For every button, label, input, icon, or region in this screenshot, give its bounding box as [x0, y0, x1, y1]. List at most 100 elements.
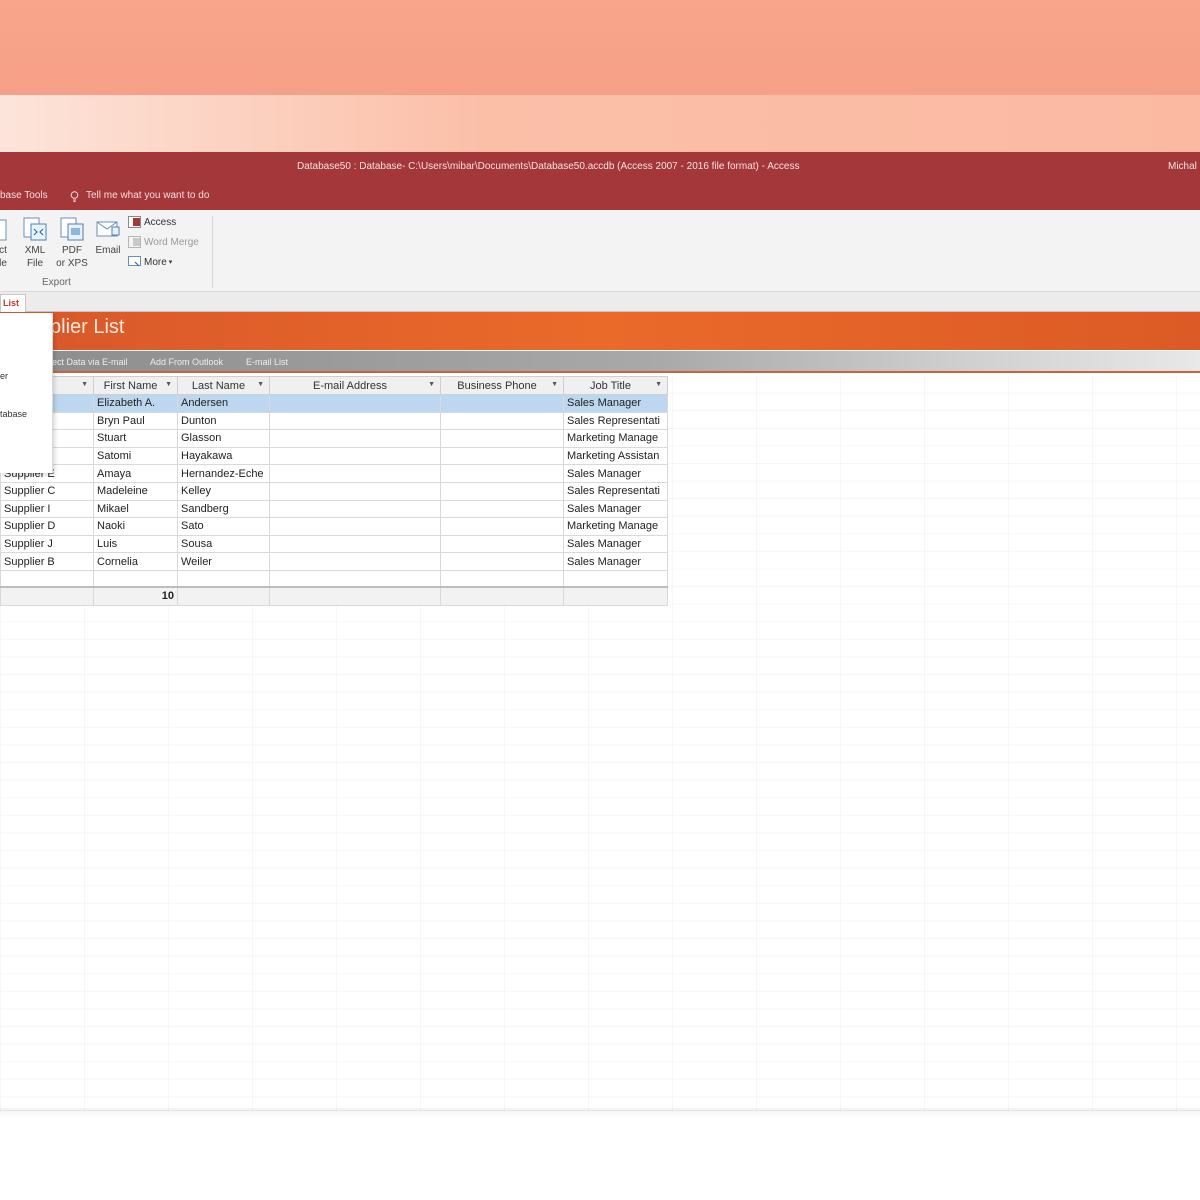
word-merge-button[interactable]: Word Merge: [128, 236, 199, 248]
cell-phone[interactable]: [440, 446, 564, 466]
table-row[interactable]: Supplier E Amaya Hernandez-Eche Sales Ma…: [0, 464, 668, 483]
table-row[interactable]: Supplier B Cornelia Weiler Sales Manager: [0, 552, 668, 571]
cell-job-title[interactable]: Sales Manager: [563, 464, 668, 483]
cell-email[interactable]: [269, 481, 441, 501]
table-row[interactable]: Supplier J Luis Sousa Sales Manager: [0, 534, 668, 554]
cell-last-name[interactable]: Weiler: [177, 552, 270, 571]
cell-job-title[interactable]: Sales Manager: [563, 394, 668, 413]
access-icon: [128, 216, 141, 228]
col-first-name[interactable]: First Name ▼: [93, 376, 178, 395]
nav-item[interactable]: tabase: [0, 409, 27, 419]
cell-email[interactable]: [269, 552, 441, 571]
cell-last-name[interactable]: Sato: [177, 517, 270, 536]
col-email[interactable]: E-mail Address ▼: [269, 376, 441, 395]
cell-job-title[interactable]: Sales Manager: [563, 499, 668, 519]
dropdown-arrow-icon[interactable]: ▼: [257, 381, 264, 388]
cell-company[interactable]: Supplier J: [0, 534, 94, 554]
dropdown-arrow-icon[interactable]: ▼: [165, 381, 172, 388]
cell-phone[interactable]: [440, 534, 564, 554]
cell-phone[interactable]: [440, 552, 564, 571]
col-job-title[interactable]: Job Title ▼: [563, 376, 668, 395]
new-cell[interactable]: [0, 569, 94, 588]
cell-job-title[interactable]: Sales Representati: [563, 411, 668, 431]
cell-email[interactable]: [269, 394, 441, 413]
cell-job-title[interactable]: Marketing Assistan: [563, 446, 668, 466]
table-row[interactable]: A Elizabeth A. Andersen Sales Manager: [0, 394, 668, 413]
cell-job-title[interactable]: Sales Manager: [563, 552, 668, 571]
cell-first-name[interactable]: Cornelia: [93, 552, 178, 571]
cell-last-name[interactable]: Kelley: [177, 481, 270, 501]
cell-job-title[interactable]: Sales Representati: [563, 481, 668, 501]
cell-email[interactable]: [269, 534, 441, 554]
cell-last-name[interactable]: Glasson: [177, 429, 270, 448]
cell-first-name[interactable]: Satomi: [93, 446, 178, 466]
text-file-button[interactable]: ct le: [0, 216, 10, 270]
export-access-button[interactable]: Access: [128, 216, 176, 228]
cell-company[interactable]: Supplier D: [0, 517, 94, 536]
cell-phone[interactable]: [440, 394, 564, 413]
cell-first-name[interactable]: Bryn Paul: [93, 411, 178, 431]
email-button[interactable]: Email: [93, 216, 123, 257]
cell-job-title[interactable]: Marketing Manage: [563, 429, 668, 448]
new-cell[interactable]: [440, 569, 564, 588]
cell-last-name[interactable]: Sandberg: [177, 499, 270, 519]
nav-item[interactable]: er: [0, 371, 8, 381]
table-row[interactable]: s Stuart Glasson Marketing Manage: [0, 429, 668, 448]
cell-email[interactable]: [269, 517, 441, 536]
cell-phone[interactable]: [440, 499, 564, 519]
cell-phone[interactable]: [440, 429, 564, 448]
new-cell[interactable]: [93, 569, 178, 588]
cell-phone[interactable]: [440, 517, 564, 536]
table-row[interactable]: Supplier C Madeleine Kelley Sales Repres…: [0, 481, 668, 501]
cell-first-name[interactable]: Luis: [93, 534, 178, 554]
dropdown-arrow-icon[interactable]: ▼: [428, 381, 435, 388]
email-list-link[interactable]: E-mail List: [246, 351, 288, 373]
table-row[interactable]: Supplier I Mikael Sandberg Sales Manager: [0, 499, 668, 519]
table-row[interactable]: Satomi Hayakawa Marketing Assistan: [0, 446, 668, 466]
cell-first-name[interactable]: Naoki: [93, 517, 178, 536]
cell-first-name[interactable]: Mikael: [93, 499, 178, 519]
cell-email[interactable]: [269, 446, 441, 466]
new-cell[interactable]: [177, 569, 270, 588]
cell-company[interactable]: Supplier B: [0, 552, 94, 571]
new-cell[interactable]: [563, 569, 668, 588]
tell-me-search[interactable]: Tell me what you want to do: [70, 182, 209, 210]
add-from-outlook-link[interactable]: Add From Outlook: [150, 351, 223, 373]
pdf-xps-button[interactable]: PDF or XPS: [56, 216, 88, 270]
cell-last-name[interactable]: Hayakawa: [177, 446, 270, 466]
tab-database-tools[interactable]: base Tools: [0, 182, 48, 210]
new-record-row[interactable]: [0, 569, 668, 588]
more-button[interactable]: More ▾: [128, 256, 172, 268]
cell-company[interactable]: Supplier I: [0, 499, 94, 519]
cell-first-name[interactable]: Stuart: [93, 429, 178, 448]
table-row[interactable]: Supplier D Naoki Sato Marketing Manage: [0, 517, 668, 536]
collect-data-email-link[interactable]: ect Data via E-mail: [52, 351, 128, 373]
cell-phone[interactable]: [440, 411, 564, 431]
cell-first-name[interactable]: Madeleine: [93, 481, 178, 501]
cell-last-name[interactable]: Hernandez-Eche: [177, 464, 270, 483]
cell-first-name[interactable]: Amaya: [93, 464, 178, 483]
cell-first-name[interactable]: Elizabeth A.: [93, 394, 178, 413]
cell-phone[interactable]: [440, 464, 564, 483]
cell-last-name[interactable]: Sousa: [177, 534, 270, 554]
cell-last-name[interactable]: Dunton: [177, 411, 270, 431]
cell-email[interactable]: [269, 464, 441, 483]
cell-email[interactable]: [269, 411, 441, 431]
tab-supplier-list[interactable]: List: [0, 294, 26, 312]
col-last-name[interactable]: Last Name ▼: [177, 376, 270, 395]
new-cell[interactable]: [269, 569, 441, 588]
dropdown-arrow-icon[interactable]: ▼: [655, 381, 662, 388]
cell-job-title[interactable]: Sales Manager: [563, 534, 668, 554]
cell-company[interactable]: Supplier C: [0, 481, 94, 501]
dropdown-arrow-icon[interactable]: ▼: [551, 381, 558, 388]
cell-email[interactable]: [269, 429, 441, 448]
table-row[interactable]: H Bryn Paul Dunton Sales Representati: [0, 411, 668, 431]
cell-email[interactable]: [269, 499, 441, 519]
xml-file-button[interactable]: XML File: [22, 216, 48, 270]
cell-job-title[interactable]: Marketing Manage: [563, 517, 668, 536]
cell-phone[interactable]: [440, 481, 564, 501]
user-name[interactable]: Michal: [1168, 152, 1197, 182]
cell-last-name[interactable]: Andersen: [177, 394, 270, 413]
dropdown-arrow-icon[interactable]: ▼: [81, 381, 88, 388]
col-business-phone[interactable]: Business Phone ▼: [440, 376, 564, 395]
